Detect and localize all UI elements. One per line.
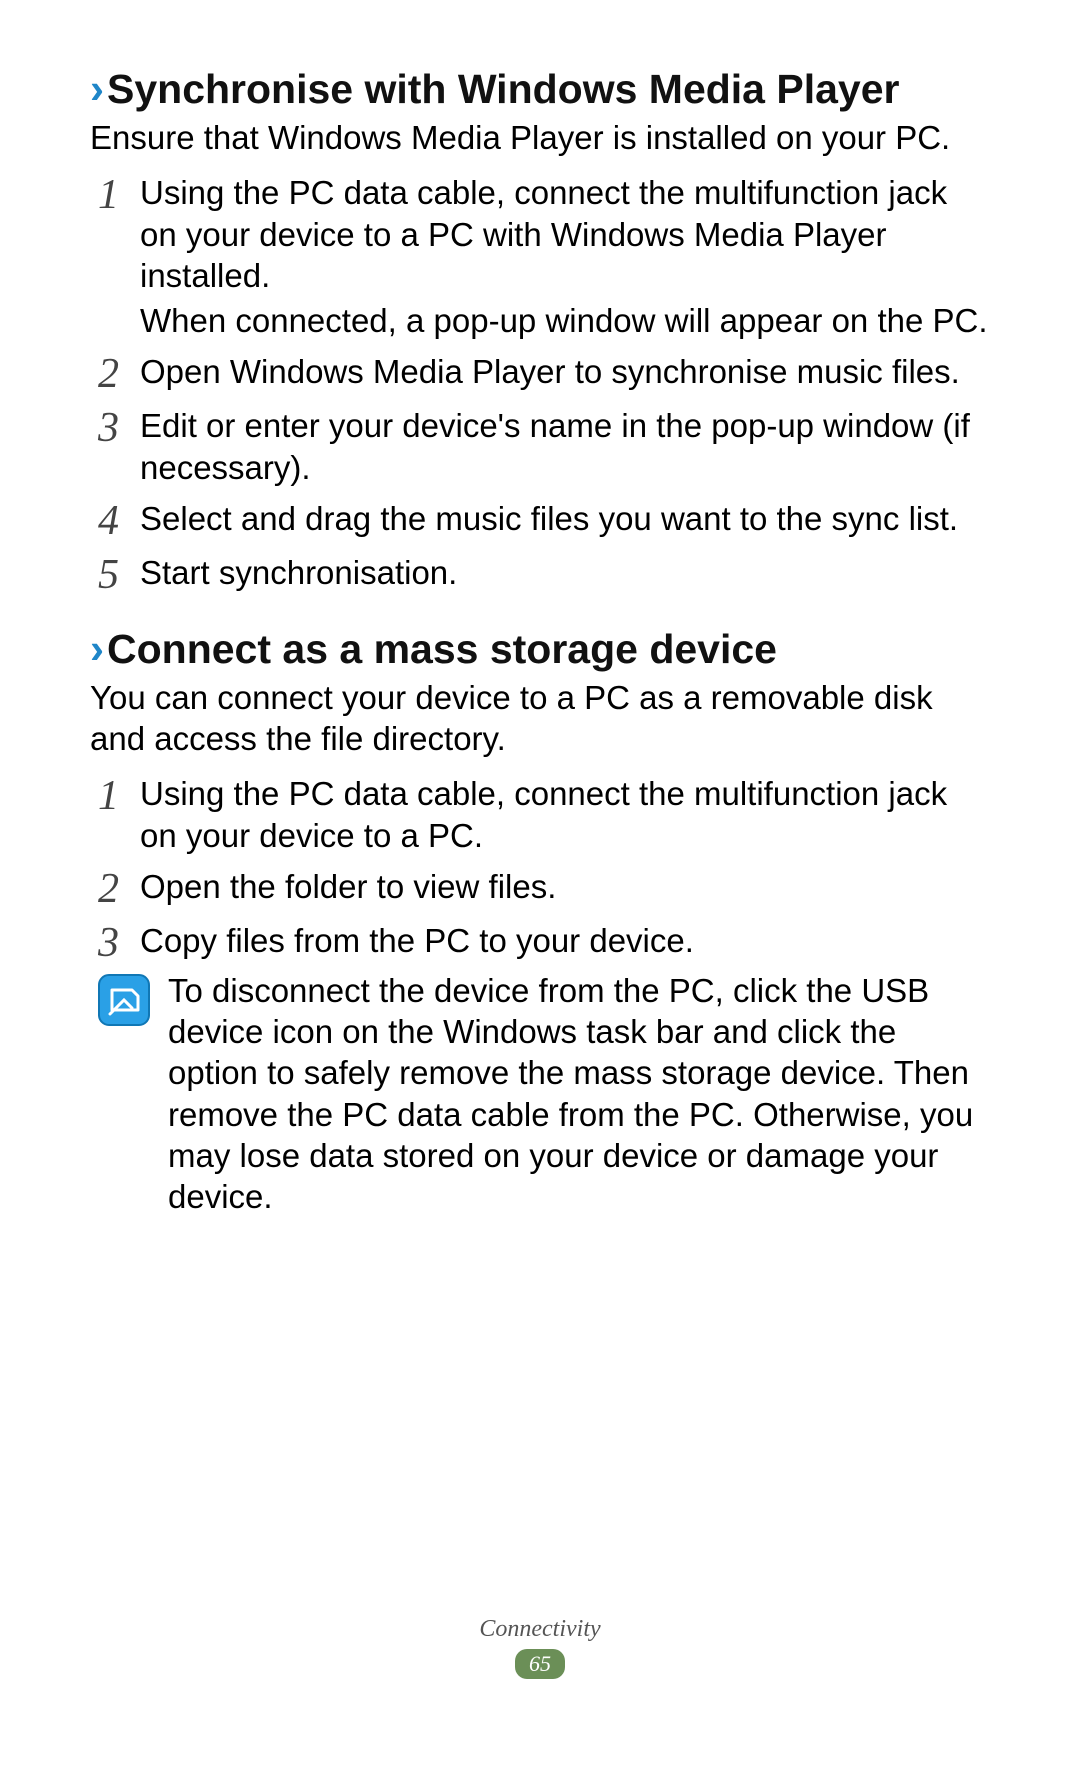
step-line: Open Windows Media Player to synchronise… xyxy=(140,351,960,392)
step-number: 5 xyxy=(98,554,140,596)
note-text: To disconnect the device from the PC, cl… xyxy=(168,970,990,1218)
section-heading-sync: › Synchronise with Windows Media Player xyxy=(90,66,990,113)
step: 4 Select and drag the music files you wa… xyxy=(98,498,990,542)
step-text: Start synchronisation. xyxy=(140,552,457,593)
page: › Synchronise with Windows Media Player … xyxy=(0,0,1080,1771)
step-text: Using the PC data cable, connect the mul… xyxy=(140,773,990,856)
step-line: Using the PC data cable, connect the mul… xyxy=(140,773,990,856)
page-number: 65 xyxy=(515,1649,565,1679)
heading-text: Synchronise with Windows Media Player xyxy=(107,66,899,113)
page-number-wrap: 65 xyxy=(0,1649,1080,1679)
step-number: 1 xyxy=(98,775,140,817)
step-number: 2 xyxy=(98,353,140,395)
chevron-icon: › xyxy=(90,68,101,110)
note-row: To disconnect the device from the PC, cl… xyxy=(98,970,990,1218)
step-number: 3 xyxy=(98,922,140,964)
step: 1 Using the PC data cable, connect the m… xyxy=(98,172,990,341)
step: 3 Edit or enter your device's name in th… xyxy=(98,405,990,488)
step-line: Edit or enter your device's name in the … xyxy=(140,405,990,488)
step-line: Select and drag the music files you want… xyxy=(140,498,958,539)
step-text: Select and drag the music files you want… xyxy=(140,498,958,539)
step-number: 1 xyxy=(98,174,140,216)
step-line: Copy files from the PC to your device. xyxy=(140,920,694,961)
section-heading-mass-storage: › Connect as a mass storage device xyxy=(90,626,990,673)
section1-intro: Ensure that Windows Media Player is inst… xyxy=(90,117,990,158)
step-number: 4 xyxy=(98,500,140,542)
step-line: When connected, a pop-up window will app… xyxy=(140,300,990,341)
step-number: 2 xyxy=(98,868,140,910)
step: 1 Using the PC data cable, connect the m… xyxy=(98,773,990,856)
heading-text: Connect as a mass storage device xyxy=(107,626,777,673)
section2-steps: 1 Using the PC data cable, connect the m… xyxy=(98,773,990,1217)
step-text: Copy files from the PC to your device. xyxy=(140,920,694,961)
step: 5 Start synchronisation. xyxy=(98,552,990,596)
note-icon xyxy=(98,974,150,1026)
page-footer: Connectivity 65 xyxy=(0,1616,1080,1679)
step: 2 Open the folder to view files. xyxy=(98,866,990,910)
chevron-icon: › xyxy=(90,628,101,670)
step-number: 3 xyxy=(98,407,140,449)
section2-intro: You can connect your device to a PC as a… xyxy=(90,677,990,760)
step: 2 Open Windows Media Player to synchroni… xyxy=(98,351,990,395)
step-line: Using the PC data cable, connect the mul… xyxy=(140,172,990,296)
step: 3 Copy files from the PC to your device. xyxy=(98,920,990,964)
step-line: Start synchronisation. xyxy=(140,552,457,593)
step-text: Using the PC data cable, connect the mul… xyxy=(140,172,990,341)
step-text: Edit or enter your device's name in the … xyxy=(140,405,990,488)
footer-label: Connectivity xyxy=(0,1616,1080,1643)
section1-steps: 1 Using the PC data cable, connect the m… xyxy=(98,172,990,596)
step-text: Open Windows Media Player to synchronise… xyxy=(140,351,960,392)
step-line: Open the folder to view files. xyxy=(140,866,556,907)
step-text: Open the folder to view files. xyxy=(140,866,556,907)
